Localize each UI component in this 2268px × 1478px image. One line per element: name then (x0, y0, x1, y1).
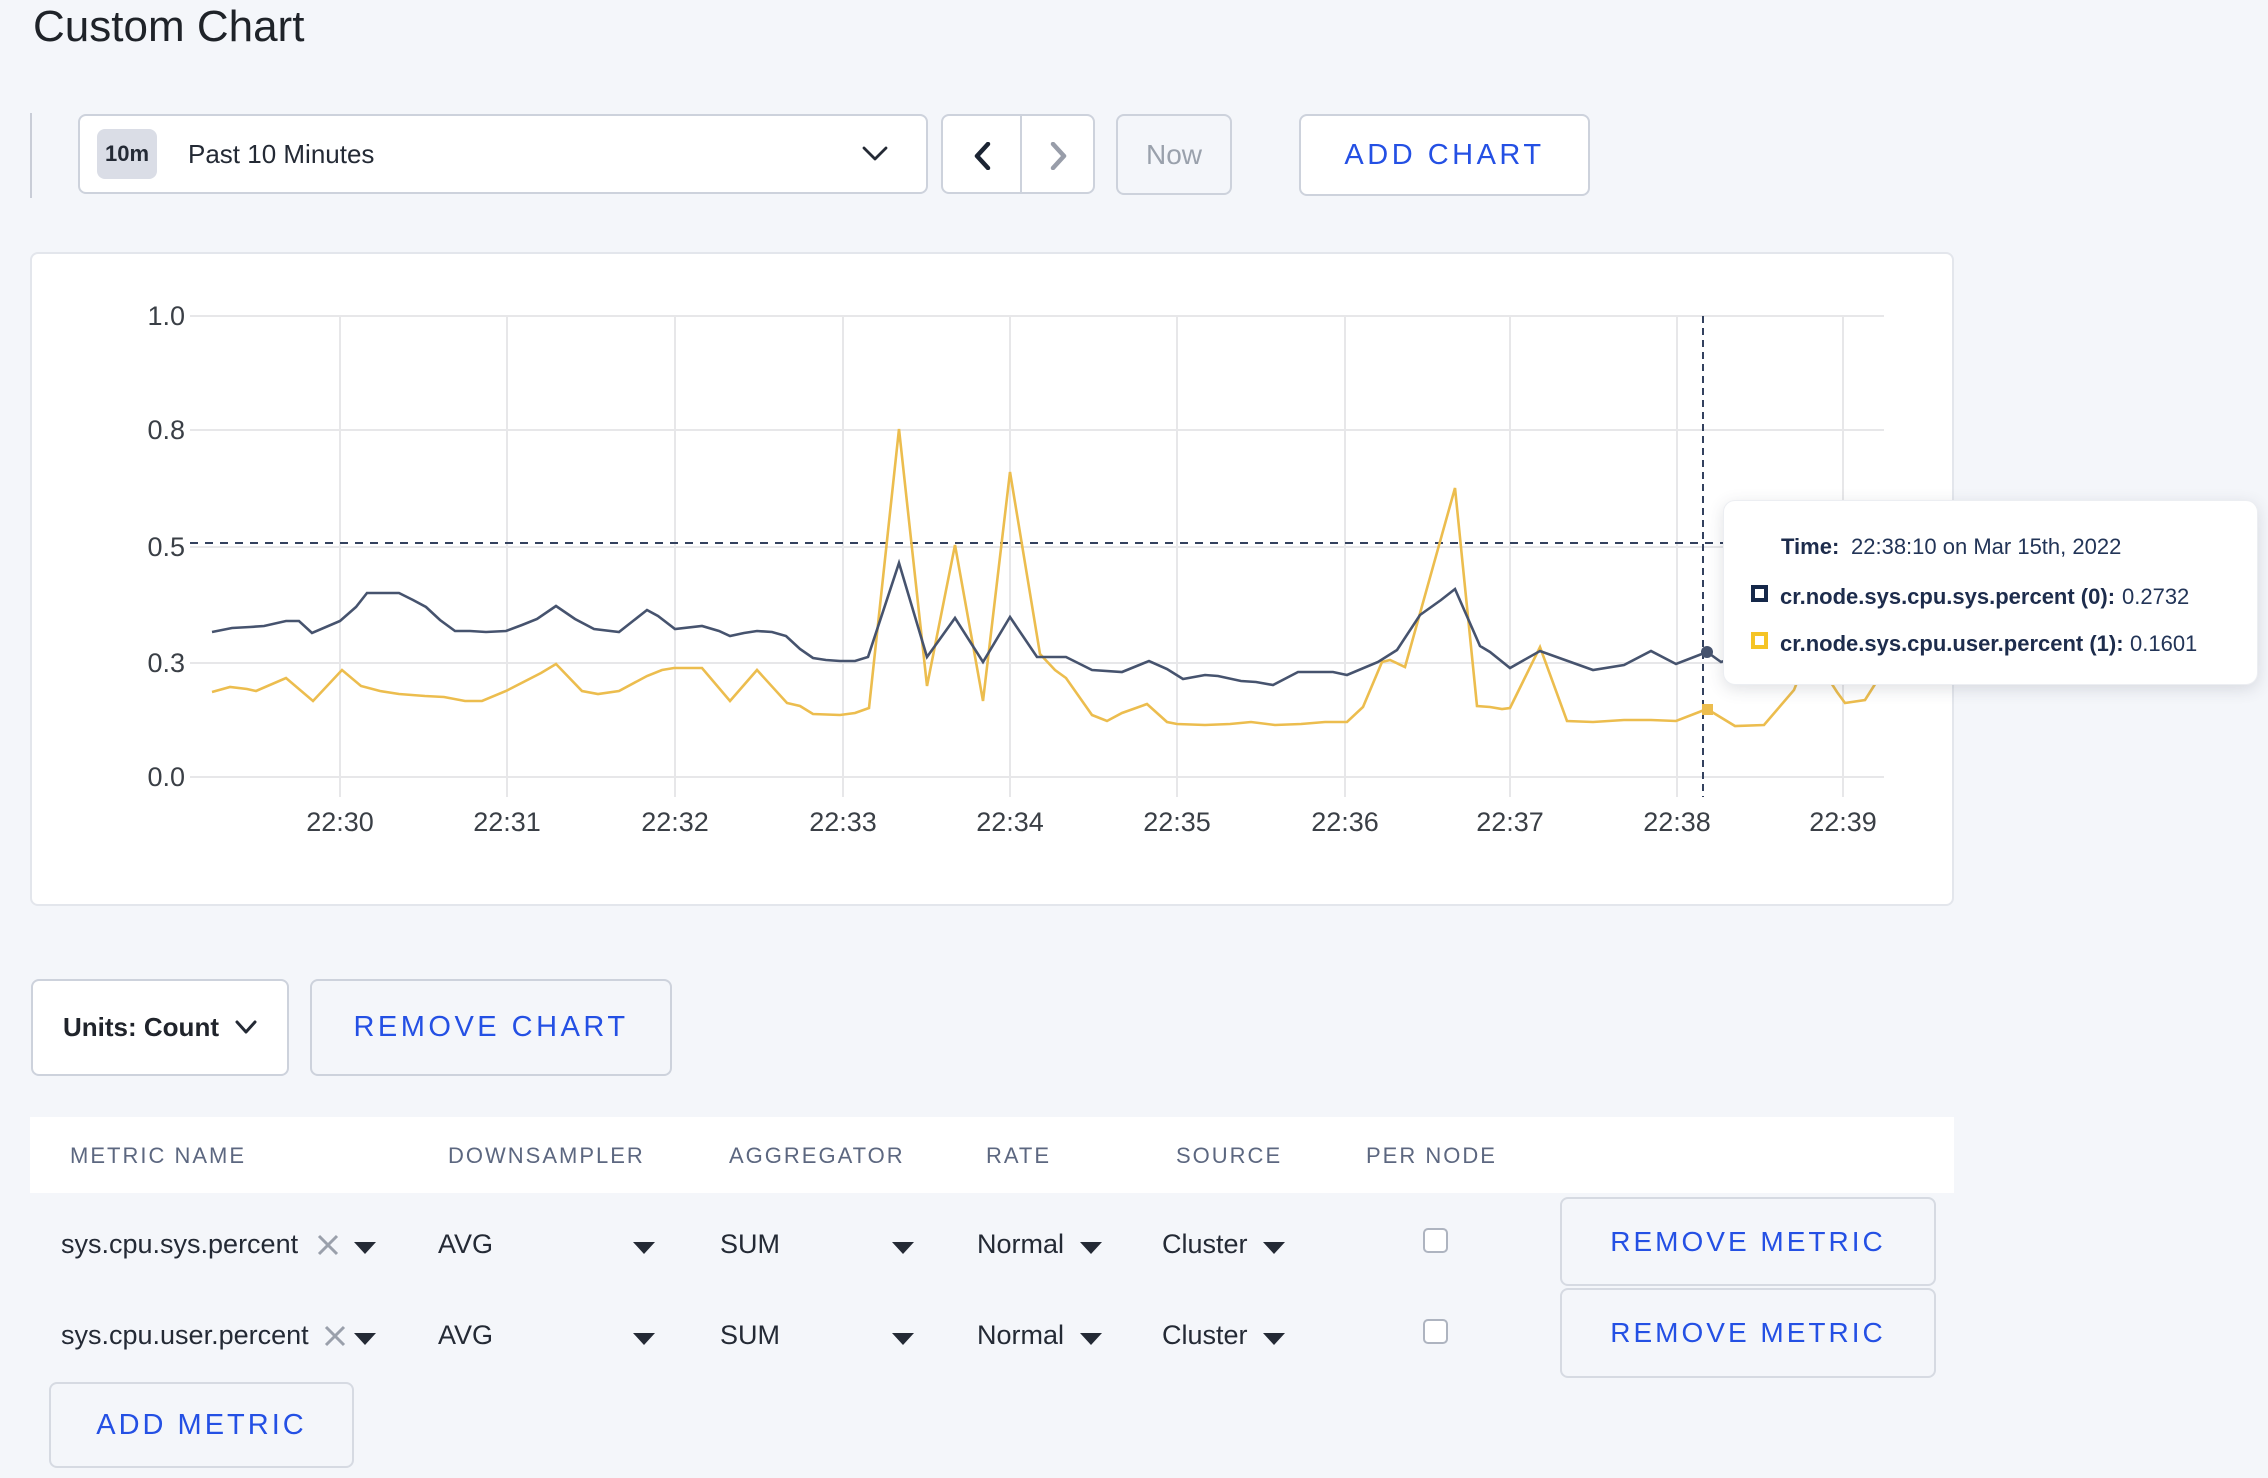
svg-text:0.8: 0.8 (147, 415, 185, 445)
svg-text:22:31: 22:31 (473, 807, 541, 837)
svg-text:22:37: 22:37 (1476, 807, 1544, 837)
svg-text:22:38: 22:38 (1643, 807, 1711, 837)
svg-text:22:32: 22:32 (641, 807, 709, 837)
svg-text:22:35: 22:35 (1143, 807, 1211, 837)
svg-text:22:39: 22:39 (1809, 807, 1877, 837)
svg-text:22:36: 22:36 (1311, 807, 1379, 837)
svg-text:22:30: 22:30 (306, 807, 374, 837)
svg-text:0.5: 0.5 (147, 532, 185, 562)
svg-text:1.0: 1.0 (147, 301, 185, 331)
svg-text:22:33: 22:33 (809, 807, 877, 837)
svg-text:22:34: 22:34 (976, 807, 1044, 837)
svg-text:0.0: 0.0 (147, 762, 185, 792)
svg-text:0.3: 0.3 (147, 648, 185, 678)
